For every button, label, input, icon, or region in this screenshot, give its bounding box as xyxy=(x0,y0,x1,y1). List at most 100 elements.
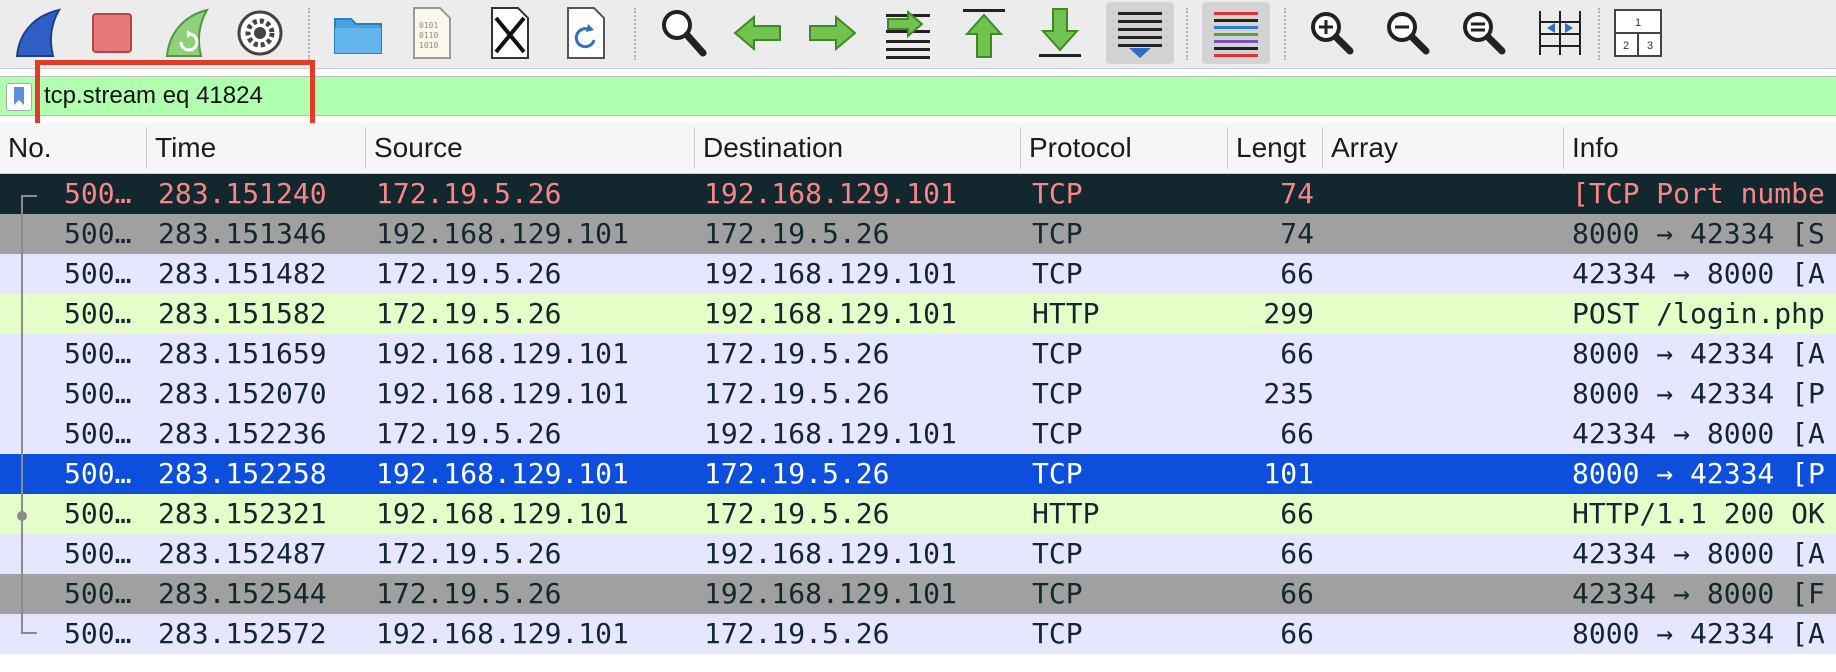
packet-protocol: HTTP xyxy=(1032,497,1100,530)
packet-info: POST /login.php xyxy=(1572,297,1825,330)
gear-icon xyxy=(237,10,283,56)
reload-file-icon xyxy=(567,7,605,59)
column-header-protocol[interactable]: Protocol xyxy=(1021,123,1227,173)
color-lines-icon xyxy=(1214,12,1258,57)
binary-file-icon: 0101 0110 1010 xyxy=(413,7,451,59)
packet-time: 283.152321 xyxy=(158,497,327,530)
go-back-button[interactable] xyxy=(726,2,790,64)
packet-length: 66 xyxy=(1280,497,1314,530)
packet-time: 283.151346 xyxy=(158,217,327,250)
filter-highlight-annotation xyxy=(35,60,315,132)
packet-length: 66 xyxy=(1280,257,1314,290)
packet-source: 192.168.129.101 xyxy=(376,377,629,410)
packet-destination: 192.168.129.101 xyxy=(704,537,957,570)
packet-array xyxy=(1328,174,1558,214)
packet-protocol: TCP xyxy=(1032,577,1083,610)
packet-time: 283.152236 xyxy=(158,417,327,450)
zoom-out-icon xyxy=(1387,12,1430,55)
close-file-button[interactable] xyxy=(478,2,542,64)
packet-length: 66 xyxy=(1280,617,1314,650)
find-packet-button[interactable] xyxy=(652,2,716,64)
table-row[interactable]: 500… 283.152070 192.168.129.101 172.19.5.26… xyxy=(0,374,1836,414)
resize-columns-button[interactable] xyxy=(1528,2,1592,64)
stop-capture-button[interactable] xyxy=(80,2,144,64)
arrow-down-bar-icon xyxy=(1039,8,1081,57)
last-packet-button[interactable] xyxy=(1028,2,1092,64)
packet-info: 42334 → 8000 [A xyxy=(1572,537,1825,570)
layout-pane-2: 2 xyxy=(1623,40,1629,52)
column-header-info[interactable]: Info xyxy=(1564,123,1836,173)
packet-source: 172.19.5.26 xyxy=(376,577,562,610)
packet-source: 172.19.5.26 xyxy=(376,177,562,210)
first-packet-button[interactable] xyxy=(952,2,1016,64)
column-header-time[interactable]: Time xyxy=(147,123,365,173)
table-row[interactable]: 500… 283.151240 172.19.5.26 192.168.129.101… xyxy=(0,174,1836,214)
table-row[interactable]: 500… 283.152487 172.19.5.26 192.168.129.101… xyxy=(0,534,1836,574)
packet-length: 101 xyxy=(1263,457,1314,490)
packet-time: 283.151482 xyxy=(158,257,327,290)
packet-source: 192.168.129.101 xyxy=(376,617,629,650)
packet-info: 8000 → 42334 [A xyxy=(1572,337,1825,370)
packet-info: HTTP/1.1 200 OK xyxy=(1572,497,1825,530)
table-row[interactable]: 500… 283.151346 192.168.129.101 172.19.5.26… xyxy=(0,214,1836,254)
zoom-in-icon xyxy=(1311,12,1354,55)
packet-destination: 192.168.129.101 xyxy=(704,257,957,290)
packet-protocol: TCP xyxy=(1032,457,1083,490)
arrow-up-bar-icon xyxy=(963,9,1005,58)
packet-protocol: TCP xyxy=(1032,257,1083,290)
start-capture-button[interactable] xyxy=(6,2,70,64)
packet-protocol: TCP xyxy=(1032,377,1083,410)
packet-destination: 192.168.129.101 xyxy=(704,177,957,210)
column-header-array[interactable]: Array xyxy=(1323,123,1563,173)
colorize-button[interactable] xyxy=(1202,2,1270,64)
packet-destination: 172.19.5.26 xyxy=(704,337,890,370)
table-row[interactable]: 500… 283.152544 172.19.5.26 192.168.129.101… xyxy=(0,574,1836,614)
reload-file-button[interactable] xyxy=(554,2,618,64)
layout-button[interactable]: 1 2 3 xyxy=(1606,2,1670,64)
packet-info: 8000 → 42334 [P xyxy=(1572,377,1825,410)
go-to-packet-button[interactable] xyxy=(876,2,940,64)
packet-info: 8000 → 42334 [P xyxy=(1572,457,1825,490)
packet-destination: 192.168.129.101 xyxy=(704,577,957,610)
column-header-length[interactable]: Lengt xyxy=(1228,123,1322,173)
auto-scroll-button[interactable] xyxy=(1106,2,1174,64)
open-file-button[interactable] xyxy=(326,2,390,64)
packet-array xyxy=(1328,614,1558,654)
packet-number: 500… xyxy=(64,337,132,370)
packet-source: 192.168.129.101 xyxy=(376,337,629,370)
capture-options-button[interactable] xyxy=(228,2,292,64)
restart-fin-icon xyxy=(165,8,210,57)
zoom-out-button[interactable] xyxy=(1376,2,1440,64)
restart-capture-button[interactable] xyxy=(154,2,218,64)
table-row[interactable]: 500… 283.151582 172.19.5.26 192.168.129.101… xyxy=(0,294,1836,334)
packet-info: [TCP Port numbe xyxy=(1572,177,1825,210)
normal-size-button[interactable] xyxy=(1452,2,1516,64)
packet-protocol: TCP xyxy=(1032,537,1083,570)
packet-length: 66 xyxy=(1280,417,1314,450)
table-row[interactable]: 500… 283.151659 192.168.129.101 172.19.5.26… xyxy=(0,334,1836,374)
toolbar-separator xyxy=(634,8,636,60)
svg-text:1010: 1010 xyxy=(419,41,438,50)
packet-info: 42334 → 8000 [F xyxy=(1572,577,1825,610)
table-row[interactable]: 500… 283.151482 172.19.5.26 192.168.129.101… xyxy=(0,254,1836,294)
packet-array xyxy=(1328,454,1558,494)
packet-length: 74 xyxy=(1280,177,1314,210)
packet-info: 8000 → 42334 [S xyxy=(1572,217,1825,250)
table-row[interactable]: 500… 283.152321 192.168.129.101 172.19.5.26… xyxy=(0,494,1836,534)
table-row[interactable]: 500… 283.152236 172.19.5.26 192.168.129.101… xyxy=(0,414,1836,454)
column-header-destination[interactable]: Destination xyxy=(695,123,1020,173)
column-header-no[interactable]: No. xyxy=(0,123,146,173)
table-row[interactable]: 500… 283.152572 192.168.129.101 172.19.5.26… xyxy=(0,614,1836,654)
packet-time: 283.151582 xyxy=(158,297,327,330)
bookmark-icon[interactable] xyxy=(6,83,32,111)
toolbar-separator xyxy=(308,8,310,60)
packet-destination: 172.19.5.26 xyxy=(704,217,890,250)
packet-source: 192.168.129.101 xyxy=(376,217,629,250)
main-toolbar: 0101 0110 1010 1 2 3 xyxy=(0,0,1836,69)
column-header-source[interactable]: Source xyxy=(366,123,694,173)
save-file-button[interactable]: 0101 0110 1010 xyxy=(400,2,464,64)
zoom-in-button[interactable] xyxy=(1300,2,1364,64)
go-forward-button[interactable] xyxy=(800,2,864,64)
table-row-selected[interactable]: 500… 283.152258 192.168.129.101 172.19.5.26… xyxy=(0,454,1836,494)
zoom-reset-icon xyxy=(1463,12,1506,55)
